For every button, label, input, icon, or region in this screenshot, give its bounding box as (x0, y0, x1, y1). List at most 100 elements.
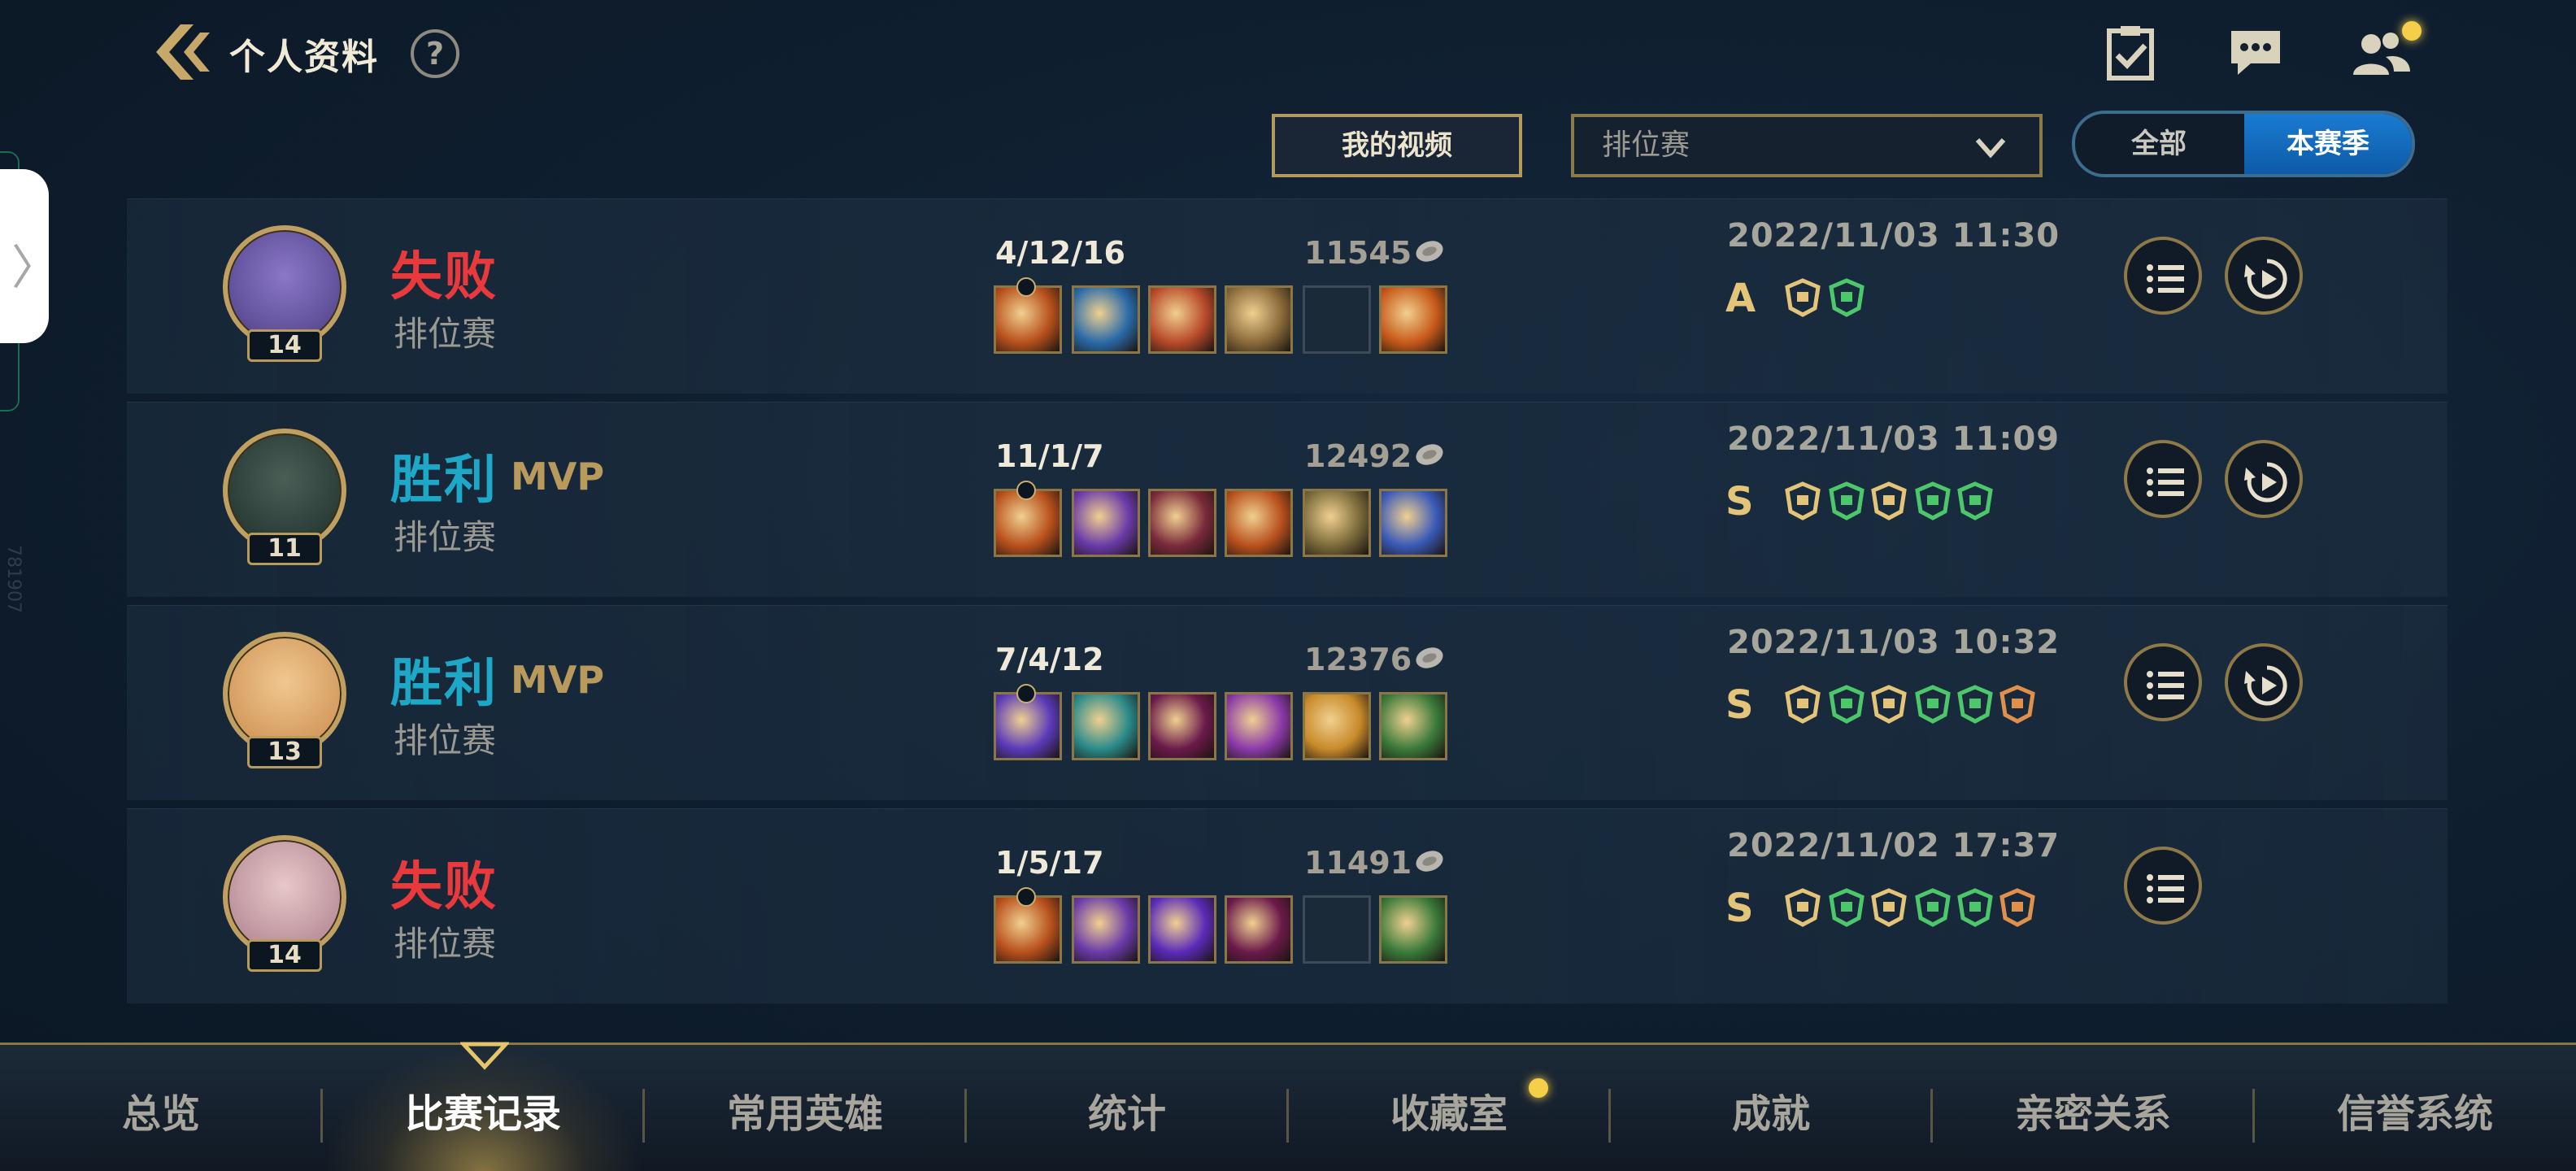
game-mode-select[interactable]: 排位赛 (1571, 114, 2043, 177)
back-arrow-icon (156, 24, 210, 80)
match-result: 失败 (390, 247, 498, 307)
season-toggle[interactable]: 全部 本赛季 (2072, 111, 2415, 177)
performance-grade: A (1725, 276, 1756, 321)
gold-amount: 11545 (1304, 235, 1412, 271)
item-slot[interactable] (1379, 285, 1447, 354)
bottom-nav: 总览 比赛记录 常用英雄 统计 收藏室 成就 亲密关系 信誉系统 (0, 1043, 2576, 1171)
replay-icon (2244, 665, 2287, 706)
item-slot[interactable] (1072, 692, 1140, 760)
nav-divider (1286, 1089, 1289, 1143)
nav-tab[interactable]: 信誉系统 (2254, 1045, 2576, 1171)
nav-divider (642, 1089, 645, 1143)
mvp-badge: MVP (511, 658, 605, 702)
side-drawer-tab[interactable]: 〉 (0, 169, 59, 343)
achievement-badge-icon (1785, 685, 1821, 724)
nav-tab[interactable]: 总览 (0, 1045, 322, 1171)
collection-notification-dot (1529, 1078, 1548, 1098)
achievement-badge-icon (1829, 278, 1865, 317)
replay-button[interactable] (2225, 643, 2303, 721)
achievement-badge-icon (1829, 685, 1865, 724)
match-details-button[interactable] (2124, 643, 2202, 721)
item-slot[interactable] (1303, 489, 1371, 557)
replay-button[interactable] (2225, 237, 2303, 315)
match-details-button[interactable] (2124, 237, 2202, 315)
nav-tab[interactable]: 常用英雄 (644, 1045, 966, 1171)
achievement-badge-icon (1957, 685, 1993, 724)
list-icon (2147, 468, 2184, 497)
help-icon[interactable]: ? (411, 29, 459, 78)
replay-icon (2244, 462, 2287, 503)
match-date: 2022/11/02 17:37 (1727, 827, 2060, 864)
achievement-badge-icon (1871, 685, 1907, 724)
gold-coin-icon (1416, 647, 1443, 668)
match-row[interactable]: 14 失败 排位赛 1/5/17 11491 2022/11/02 17:37 S (127, 808, 2448, 1003)
page-title: 个人资料 (229, 37, 379, 78)
kda-score: 7/4/12 (995, 642, 1104, 677)
season-option-all[interactable]: 全部 (2075, 114, 2243, 174)
gold-amount: 11491 (1304, 845, 1412, 881)
queue-type: 排位赛 (394, 924, 497, 964)
item-slot[interactable] (1379, 692, 1447, 760)
item-slot[interactable] (1148, 489, 1216, 557)
game-mode-value: 排位赛 (1602, 128, 1690, 162)
notification-dot (2402, 21, 2422, 41)
nav-tab[interactable]: 亲密关系 (1932, 1045, 2254, 1171)
match-details-button[interactable] (2124, 847, 2202, 925)
nav-tab[interactable]: 收藏室 (1288, 1045, 1610, 1171)
item-slot[interactable] (1072, 489, 1140, 557)
boots-marker-icon (1016, 277, 1036, 297)
nav-divider (1608, 1089, 1611, 1143)
queue-type: 排位赛 (394, 720, 497, 760)
item-slot[interactable] (1225, 895, 1293, 964)
boots-marker-icon (1016, 481, 1036, 500)
achievement-badge-icon (1915, 888, 1951, 927)
item-slot[interactable] (1225, 692, 1293, 760)
season-option-current[interactable]: 本赛季 (2244, 114, 2412, 174)
match-row[interactable]: 11 胜利 MVP 排位赛 11/1/7 12492 2022/11/03 11:09 S (127, 402, 2448, 597)
achievement-badge-icon (1829, 888, 1865, 927)
item-slot-empty (1303, 285, 1371, 354)
achievement-badge-icon (1915, 481, 1951, 520)
item-slot[interactable] (1225, 489, 1293, 557)
list-icon (2147, 264, 2184, 294)
item-slot[interactable] (1072, 895, 1140, 964)
nav-divider (1930, 1089, 1933, 1143)
performance-grade: S (1725, 479, 1754, 525)
chat-icon[interactable] (2223, 20, 2288, 85)
match-details-button[interactable] (2124, 440, 2202, 518)
gold-coin-icon (1416, 241, 1443, 262)
active-tab-indicator-icon (460, 1042, 509, 1070)
match-result: 失败 (390, 857, 498, 917)
queue-type: 排位赛 (394, 314, 497, 354)
nav-tab[interactable]: 统计 (966, 1045, 1288, 1171)
list-icon (2147, 671, 2184, 700)
item-slot[interactable] (1148, 895, 1216, 964)
item-slot-empty (1303, 895, 1371, 964)
gold-amount: 12492 (1304, 438, 1412, 474)
match-row[interactable]: 13 胜利 MVP 排位赛 7/4/12 12376 2022/11/03 10:32 S (127, 605, 2448, 800)
champion-level: 13 (247, 736, 322, 768)
item-slot[interactable] (1303, 692, 1371, 760)
watermark: 781907 (3, 545, 24, 613)
item-slot[interactable] (1379, 489, 1447, 557)
item-slot[interactable] (1072, 285, 1140, 354)
achievement-badge-icon (1957, 888, 1993, 927)
achievement-badge-icon (1871, 481, 1907, 520)
gold-amount: 12376 (1304, 642, 1412, 677)
item-slot[interactable] (1225, 285, 1293, 354)
item-slot[interactable] (1148, 692, 1216, 760)
gold-coin-icon (1416, 444, 1443, 465)
nav-tab[interactable]: 成就 (1610, 1045, 1932, 1171)
match-row[interactable]: 14 失败 排位赛 4/12/16 11545 2022/11/03 11:30 A (127, 198, 2448, 394)
champion-level: 14 (247, 939, 322, 972)
chevron-right-icon: 〉 (11, 240, 59, 295)
champion-level: 14 (247, 329, 322, 362)
my-videos-button[interactable]: 我的视频 (1272, 114, 1522, 177)
checklist-icon[interactable] (2098, 20, 2163, 85)
replay-button[interactable] (2225, 440, 2303, 518)
item-slot[interactable] (1148, 285, 1216, 354)
back-button[interactable] (151, 21, 216, 83)
achievement-badge-icon (1999, 685, 2035, 724)
item-slot[interactable] (1379, 895, 1447, 964)
achievement-badge-icon (1785, 278, 1821, 317)
